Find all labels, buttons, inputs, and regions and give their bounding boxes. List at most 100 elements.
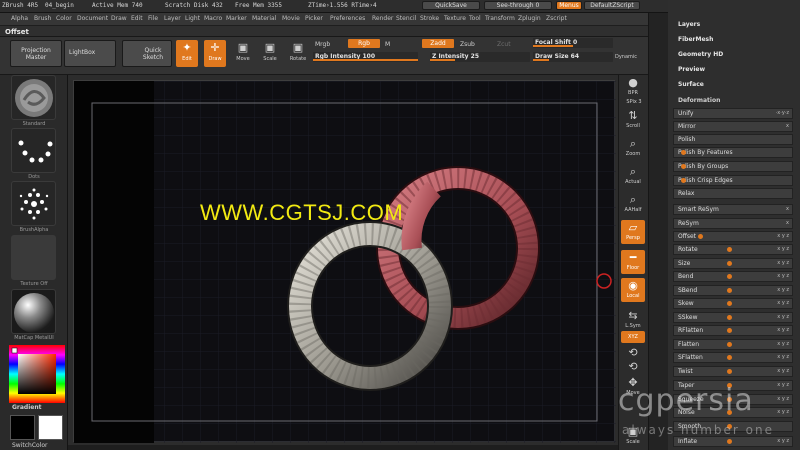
- rgb-intensity-slider[interactable]: Rgb Intensity 100: [313, 52, 418, 62]
- menu-render[interactable]: Render: [372, 15, 393, 22]
- axis-toggles[interactable]: x y z: [777, 381, 789, 390]
- tray-fibermesh[interactable]: FiberMesh: [678, 36, 713, 43]
- zcut-toggle[interactable]: Zcut: [497, 41, 511, 48]
- quicksave-button[interactable]: QuickSave: [422, 1, 480, 10]
- deformation-smart-resym[interactable]: Smart ReSym x: [673, 204, 793, 215]
- slider-knob[interactable]: [727, 328, 732, 333]
- axis-toggles[interactable]: x y z: [777, 259, 789, 268]
- menu-brush[interactable]: Brush: [34, 15, 51, 22]
- deformation-offset[interactable]: Offset x y z: [673, 231, 793, 242]
- axis-toggles[interactable]: x y z: [777, 408, 789, 417]
- menu-transform[interactable]: Transform: [485, 15, 515, 22]
- xyz-button[interactable]: XYZ: [621, 331, 645, 343]
- actual-button[interactable]: ⌕ Actual: [621, 164, 645, 188]
- scroll-button[interactable]: ⇅ Scroll: [621, 108, 645, 132]
- menu-tool[interactable]: Tool: [469, 15, 481, 22]
- bpr-button[interactable]: ● BPR: [621, 75, 645, 99]
- menu-layer[interactable]: Layer: [164, 15, 181, 22]
- local-button[interactable]: ◉ Local: [621, 278, 645, 302]
- rotate-mode-button[interactable]: ▣ Rotate: [287, 40, 309, 67]
- menu-texture[interactable]: Texture: [444, 15, 466, 22]
- deformation-mirror[interactable]: Mirror x: [673, 121, 793, 132]
- deformation-skew[interactable]: Skew x y z: [673, 298, 793, 309]
- zadd-toggle[interactable]: Zadd: [422, 39, 454, 48]
- deformation-polish-crisp-edges[interactable]: Polish Crisp Edges: [673, 175, 793, 186]
- deformation-rflatten[interactable]: RFlatten x y z: [673, 325, 793, 336]
- stroke-selector[interactable]: [11, 128, 56, 173]
- slider-knob[interactable]: [681, 178, 686, 183]
- default-zscript-button[interactable]: DefaultZScript: [584, 1, 640, 10]
- deformation-unify[interactable]: Unify ·x·y·z: [673, 108, 793, 119]
- scale-mode-button[interactable]: ▣ Scale: [259, 40, 281, 67]
- zoom-button[interactable]: ⌕ Zoom: [621, 136, 645, 160]
- deformation-relax[interactable]: Relax: [673, 188, 793, 199]
- menu-zplugin[interactable]: Zplugin: [518, 15, 541, 22]
- menu-draw[interactable]: Draw: [111, 15, 127, 22]
- menu-picker[interactable]: Picker: [305, 15, 323, 22]
- material-selector[interactable]: [11, 289, 56, 334]
- draw-mode-button[interactable]: ✛ Draw: [204, 40, 226, 67]
- menu-stroke[interactable]: Stroke: [420, 15, 439, 22]
- slider-knob[interactable]: [727, 342, 732, 347]
- deformation-polish-by-features[interactable]: Polish By Features: [673, 147, 793, 158]
- menu-light[interactable]: Light: [185, 15, 200, 22]
- axis-toggles[interactable]: ·x·y·z: [776, 109, 789, 118]
- rgb-toggle[interactable]: Rgb: [348, 39, 380, 48]
- axis-toggles[interactable]: x y z: [777, 437, 789, 446]
- lsym-button[interactable]: ⇆ L.Sym: [621, 308, 645, 332]
- menu-edit[interactable]: Edit: [131, 15, 143, 22]
- deformation-polish[interactable]: Polish: [673, 134, 793, 145]
- alpha-selector[interactable]: [11, 181, 56, 226]
- menu-macro[interactable]: Macro: [204, 15, 222, 22]
- slider-knob[interactable]: [727, 369, 732, 374]
- lightbox-button[interactable]: LightBox: [64, 40, 116, 67]
- slider-knob[interactable]: [681, 150, 686, 155]
- zsub-toggle[interactable]: Zsub: [460, 41, 475, 48]
- tray-preview[interactable]: Preview: [678, 66, 705, 73]
- menu-preferences[interactable]: Preferences: [330, 15, 365, 22]
- menu-file[interactable]: File: [148, 15, 158, 22]
- spix-slider[interactable]: SPix 3: [620, 99, 648, 105]
- axis-toggles[interactable]: x y z: [777, 272, 789, 281]
- deformation-resym[interactable]: ReSym x: [673, 218, 793, 229]
- axis-toggles[interactable]: x: [786, 122, 789, 131]
- rotate-y-button[interactable]: ⟲: [621, 345, 645, 359]
- main-color-swatch[interactable]: [10, 415, 35, 440]
- slider-knob[interactable]: [727, 301, 732, 306]
- color-picker[interactable]: [9, 345, 65, 403]
- gradient-label[interactable]: Gradient: [12, 404, 42, 411]
- deformation-rotate[interactable]: Rotate x y z: [673, 244, 793, 255]
- deformation-bend[interactable]: Bend x y z: [673, 271, 793, 282]
- deformation-inflate[interactable]: Inflate x y z: [673, 436, 793, 447]
- slider-knob[interactable]: [727, 247, 732, 252]
- menu-color[interactable]: Color: [56, 15, 72, 22]
- deformation-flatten[interactable]: Flatten x y z: [673, 339, 793, 350]
- persp-button[interactable]: ▱ Persp: [621, 220, 645, 244]
- slider-knob[interactable]: [727, 355, 732, 360]
- deformation-twist[interactable]: Twist x y z: [673, 366, 793, 377]
- axis-toggles[interactable]: x y z: [777, 353, 789, 362]
- axis-toggles[interactable]: x y z: [777, 299, 789, 308]
- slider-knob[interactable]: [698, 234, 703, 239]
- axis-toggles[interactable]: x y z: [777, 395, 789, 404]
- axis-toggles[interactable]: x y z: [777, 313, 789, 322]
- draw-size-slider[interactable]: Draw Size 64: [533, 52, 613, 62]
- switchcolor-button[interactable]: SwitchColor: [12, 442, 48, 449]
- slider-knob[interactable]: [727, 315, 732, 320]
- projection-master-button[interactable]: Projection Master: [10, 40, 62, 67]
- menu-material[interactable]: Material: [252, 15, 276, 22]
- slider-knob[interactable]: [727, 274, 732, 279]
- axis-toggles[interactable]: x y z: [777, 367, 789, 376]
- dynamic-toggle[interactable]: Dynamic: [615, 54, 637, 60]
- axis-toggles[interactable]: x y z: [777, 232, 789, 241]
- tray-layers[interactable]: Layers: [678, 21, 700, 28]
- m-toggle[interactable]: M: [385, 41, 390, 48]
- menu-movie[interactable]: Movie: [282, 15, 300, 22]
- edit-mode-button[interactable]: ✦ Edit: [176, 40, 198, 67]
- aahalf-button[interactable]: ⌕ AAHalf: [621, 192, 645, 216]
- mrgb-toggle[interactable]: Mrgb: [315, 41, 330, 48]
- deformation-sflatten[interactable]: SFlatten x y z: [673, 352, 793, 363]
- slider-knob[interactable]: [681, 164, 686, 169]
- axis-toggles[interactable]: x y z: [777, 326, 789, 335]
- menu-zscript[interactable]: Zscript: [546, 15, 567, 22]
